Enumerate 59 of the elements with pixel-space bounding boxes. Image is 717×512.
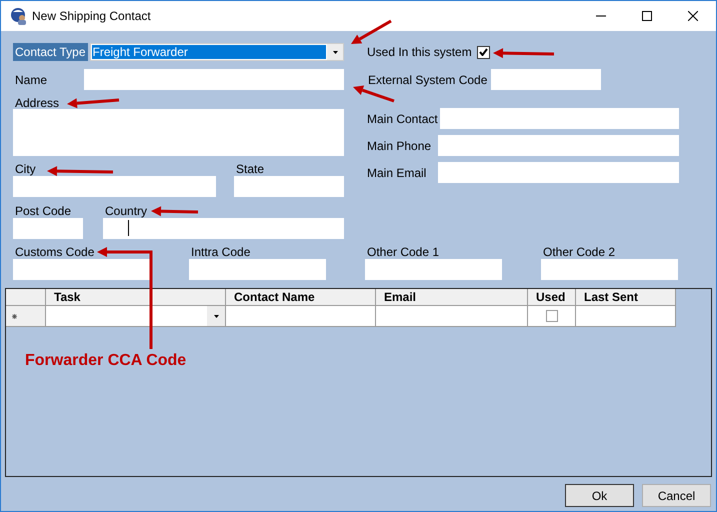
field-label: Main Phone: [367, 138, 432, 152]
field-label: Customs Code: [14, 245, 96, 259]
input-field[interactable]: [103, 218, 344, 239]
column-header[interactable]: Email: [376, 289, 528, 306]
input-field[interactable]: [13, 176, 216, 197]
field-label: Main Contact: [367, 112, 438, 126]
input-field[interactable]: [13, 259, 150, 280]
field-label: Contact Type: [13, 43, 88, 61]
input-field[interactable]: [189, 259, 326, 280]
checkbox-label: Used In this system: [367, 45, 472, 59]
annotation-arrow: [353, 86, 394, 102]
maximize-icon: [642, 11, 652, 21]
field-label: Other Code 1: [366, 245, 440, 259]
check-icon: [478, 48, 488, 56]
annotation-arrow: [151, 206, 198, 216]
annotation-arrow: [351, 20, 392, 44]
window-title: New Shipping Contact: [32, 9, 152, 23]
table-cell[interactable]: [226, 306, 376, 327]
annotation-arrow: [493, 48, 554, 58]
input-field[interactable]: [13, 109, 344, 156]
field-label: External System Code: [368, 72, 488, 86]
table-cell[interactable]: [576, 306, 676, 327]
field-label: City: [14, 162, 36, 176]
input-field[interactable]: [440, 108, 679, 129]
column-header[interactable]: Contact Name: [226, 289, 376, 306]
input-field[interactable]: [365, 259, 502, 280]
column-header[interactable]: Last Sent: [576, 289, 676, 306]
column-header[interactable]: Used: [528, 289, 576, 306]
checkbox[interactable]: [546, 310, 558, 322]
field-label: State: [235, 162, 264, 176]
field-label: Country: [104, 204, 148, 218]
field-label: Main Email: [367, 166, 428, 180]
input-field[interactable]: [491, 69, 602, 90]
input-field[interactable]: [438, 135, 679, 156]
input-field[interactable]: [541, 259, 678, 280]
field-label: Post Code: [14, 204, 72, 218]
task-dropdown-cell[interactable]: [46, 306, 226, 327]
field-label: Name: [14, 72, 48, 86]
caret-icon: [332, 50, 338, 54]
cancel-button[interactable]: Cancel: [642, 484, 711, 507]
input-field[interactable]: [13, 218, 83, 239]
caret-icon: [214, 314, 218, 318]
annotation-arrow: [67, 98, 120, 108]
field-label: Address: [14, 96, 60, 109]
app-icon: [10, 7, 28, 25]
input-field[interactable]: [438, 162, 679, 183]
field-label: Other Code 2: [542, 245, 616, 259]
table-cell[interactable]: [376, 306, 528, 327]
contact-type-dropdown[interactable]: Freight Forwarder: [90, 43, 344, 61]
new-row-icon: [12, 314, 17, 318]
close-icon: [688, 11, 698, 21]
field-label: Inttra Code: [190, 245, 252, 259]
annotation-arrow: [47, 166, 114, 176]
annotation-text: Forwarder CCA Code: [25, 352, 186, 370]
column-header[interactable]: Task: [46, 289, 226, 306]
ok-button[interactable]: Ok: [565, 484, 634, 507]
checkbox[interactable]: [476, 46, 490, 58]
input-field[interactable]: [84, 69, 344, 90]
input-field[interactable]: [234, 176, 344, 197]
